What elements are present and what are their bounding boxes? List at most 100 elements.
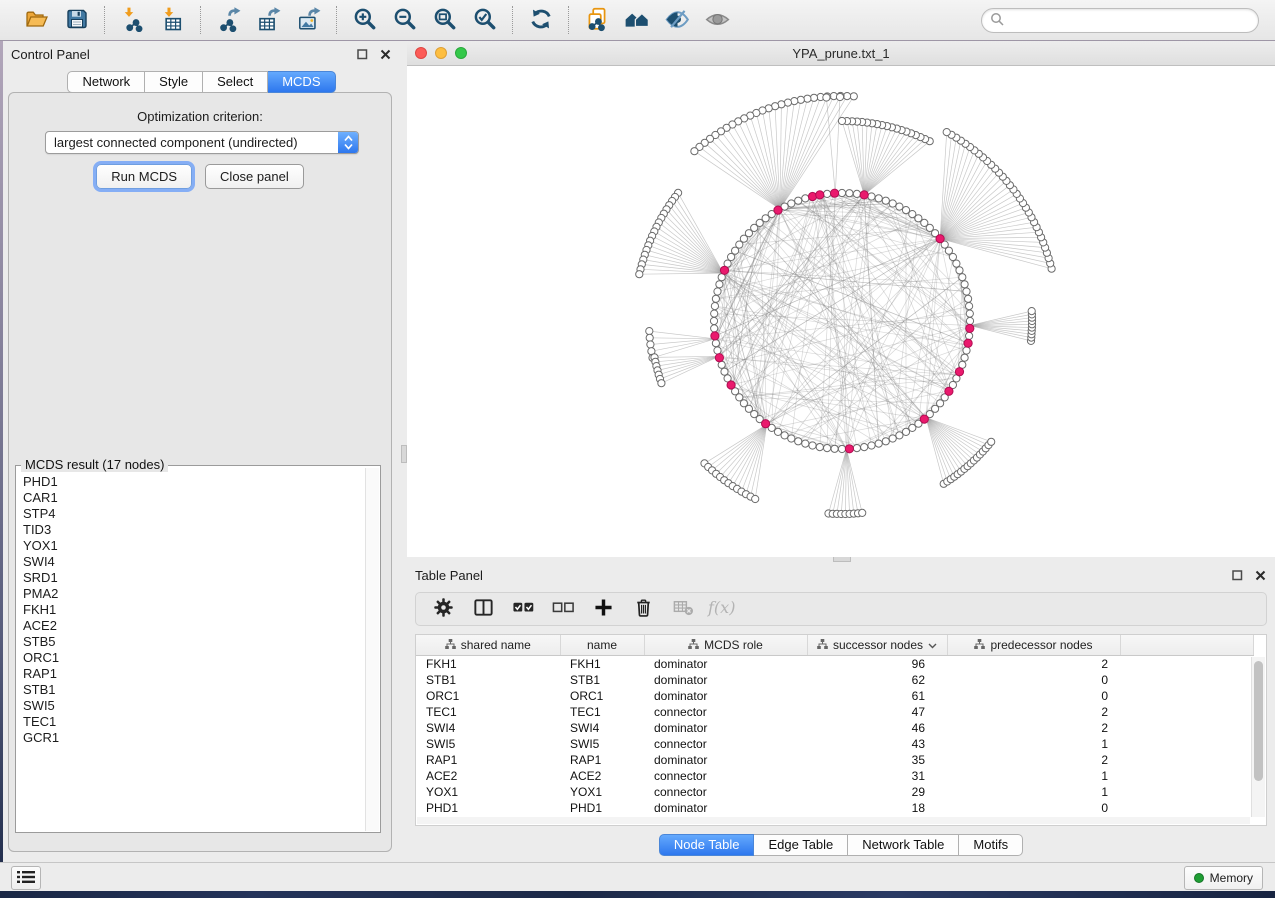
open-file-button[interactable] (20, 4, 54, 36)
optimization-criterion-dropdown[interactable]: largest connected component (undirected) (45, 131, 359, 154)
task-history-button[interactable] (11, 866, 41, 890)
table-row[interactable]: PHD1PHD1dominator180 (416, 800, 1253, 816)
column-header-successor-nodes[interactable]: successor nodes (807, 635, 947, 656)
table-row[interactable]: RAP1RAP1dominator352 (416, 752, 1253, 768)
show-selected-button[interactable] (700, 4, 734, 36)
mcds-result-item[interactable]: RAP1 (17, 666, 366, 682)
export-table-button[interactable] (252, 4, 286, 36)
optimization-criterion-label: Optimization criterion: (9, 109, 391, 124)
mcds-result-item[interactable]: CAR1 (17, 490, 366, 506)
open-file-icon (24, 6, 50, 35)
table-panel-titlebar: Table Panel (407, 562, 1275, 588)
tab-select[interactable]: Select (203, 71, 268, 93)
mcds-result-item[interactable]: PHD1 (17, 474, 366, 490)
float-window-icon[interactable] (356, 48, 369, 61)
mcds-result-item[interactable]: TID3 (17, 522, 366, 538)
delete-columns-button[interactable] (630, 596, 656, 622)
run-mcds-button[interactable]: Run MCDS (96, 164, 192, 189)
unselect-all-button[interactable] (550, 596, 576, 622)
desktop-wallpaper-bottom (0, 890, 1275, 898)
table-panel: Table Panel f(x) shared namenameMCDS rol… (407, 562, 1275, 862)
hide-selected-button[interactable] (660, 4, 694, 36)
tab-style[interactable]: Style (145, 71, 203, 93)
export-network-button[interactable] (212, 4, 246, 36)
table-mode-gear-button[interactable] (430, 596, 456, 622)
close-panel-icon[interactable] (379, 48, 392, 61)
table-row[interactable]: STB1STB1dominator620 (416, 672, 1253, 688)
mcds-result-item[interactable]: SWI4 (17, 554, 366, 570)
mcds-result-item[interactable]: FKH1 (17, 602, 366, 618)
hierarchy-icon (445, 638, 456, 652)
close-panel-icon[interactable] (1254, 569, 1267, 582)
table-row[interactable]: YOX1YOX1connector291 (416, 784, 1253, 800)
vertical-splitter[interactable] (400, 41, 407, 862)
table-scrollbar-thumb[interactable] (1254, 661, 1263, 781)
zoom-fit-icon (432, 6, 458, 35)
tab-edge-table[interactable]: Edge Table (754, 834, 848, 856)
table-panel-title: Table Panel (415, 568, 483, 583)
network-canvas[interactable] (407, 66, 1275, 557)
mcds-result-item[interactable]: TEC1 (17, 714, 366, 730)
tab-motifs[interactable]: Motifs (959, 834, 1023, 856)
search-box[interactable] (981, 8, 1259, 33)
mcds-result-item[interactable]: STB5 (17, 634, 366, 650)
new-network-from-selection-icon (584, 6, 610, 35)
mcds-result-item[interactable]: YOX1 (17, 538, 366, 554)
mcds-result-item[interactable]: SWI5 (17, 698, 366, 714)
network-window-titlebar[interactable]: YPA_prune.txt_1 (407, 41, 1275, 66)
control-panel-title: Control Panel (11, 47, 90, 62)
table-row[interactable]: FKH1FKH1dominator962 (416, 656, 1253, 673)
vertical-splitter-grip[interactable] (401, 445, 407, 463)
refresh-view-icon (528, 6, 554, 35)
mcds-result-item[interactable]: STB1 (17, 682, 366, 698)
table-row[interactable]: SWI5SWI5connector431 (416, 736, 1253, 752)
tab-node-table[interactable]: Node Table (659, 834, 755, 856)
zoom-in-button[interactable] (348, 4, 382, 36)
table-row[interactable]: ACE2ACE2connector311 (416, 768, 1253, 784)
show-columns-button[interactable] (470, 596, 496, 622)
zoom-selected-icon (472, 6, 498, 35)
export-image-button[interactable] (292, 4, 326, 36)
tab-network-table[interactable]: Network Table (848, 834, 959, 856)
refresh-view-button[interactable] (524, 4, 558, 36)
import-network-icon (120, 6, 146, 35)
new-network-from-selection-button[interactable] (580, 4, 614, 36)
table-row[interactable]: SWI4SWI4dominator462 (416, 720, 1253, 736)
table-vertical-scrollbar[interactable] (1251, 657, 1265, 817)
float-window-icon[interactable] (1231, 569, 1244, 582)
mcds-result-item[interactable]: ORC1 (17, 650, 366, 666)
mcds-result-item[interactable]: ACE2 (17, 618, 366, 634)
column-header-name[interactable]: name (560, 635, 644, 656)
column-header-predecessor-nodes[interactable]: predecessor nodes (947, 635, 1120, 656)
mcds-result-item[interactable]: STP4 (17, 506, 366, 522)
mcds-tab-content: Optimization criterion: largest connecte… (8, 92, 392, 852)
import-table-button[interactable] (156, 4, 190, 36)
search-input[interactable] (1009, 12, 1250, 28)
save-session-button[interactable] (60, 4, 94, 36)
zoom-selected-button[interactable] (468, 4, 502, 36)
column-header-MCDS-role[interactable]: MCDS role (644, 635, 807, 656)
mcds-result-item[interactable]: SRD1 (17, 570, 366, 586)
tab-network[interactable]: Network (67, 71, 145, 93)
export-image-icon (296, 6, 322, 35)
table-horizontal-scrollbar[interactable] (417, 817, 1250, 824)
select-all-button[interactable] (510, 596, 536, 622)
column-header-shared-name[interactable]: shared name (416, 635, 560, 656)
mcds-list-scrollbar[interactable] (365, 468, 379, 831)
zoom-out-icon (392, 6, 418, 35)
tab-mcds[interactable]: MCDS (268, 71, 335, 93)
import-network-button[interactable] (116, 4, 150, 36)
table-row[interactable]: ORC1ORC1dominator610 (416, 688, 1253, 704)
sort-desc-icon (928, 638, 937, 652)
delete-table-icon (672, 596, 695, 622)
memory-button[interactable]: Memory (1184, 866, 1263, 890)
close-panel-button[interactable]: Close panel (205, 164, 304, 189)
table-row[interactable]: TEC1TEC1connector472 (416, 704, 1253, 720)
create-column-button[interactable] (590, 596, 616, 622)
show-all-networks-button[interactable] (620, 4, 654, 36)
mcds-result-item[interactable]: PMA2 (17, 586, 366, 602)
zoom-fit-button[interactable] (428, 4, 462, 36)
mcds-result-item[interactable]: GCR1 (17, 730, 366, 746)
node-table: shared namenameMCDS rolesuccessor nodesp… (415, 634, 1267, 826)
zoom-out-button[interactable] (388, 4, 422, 36)
